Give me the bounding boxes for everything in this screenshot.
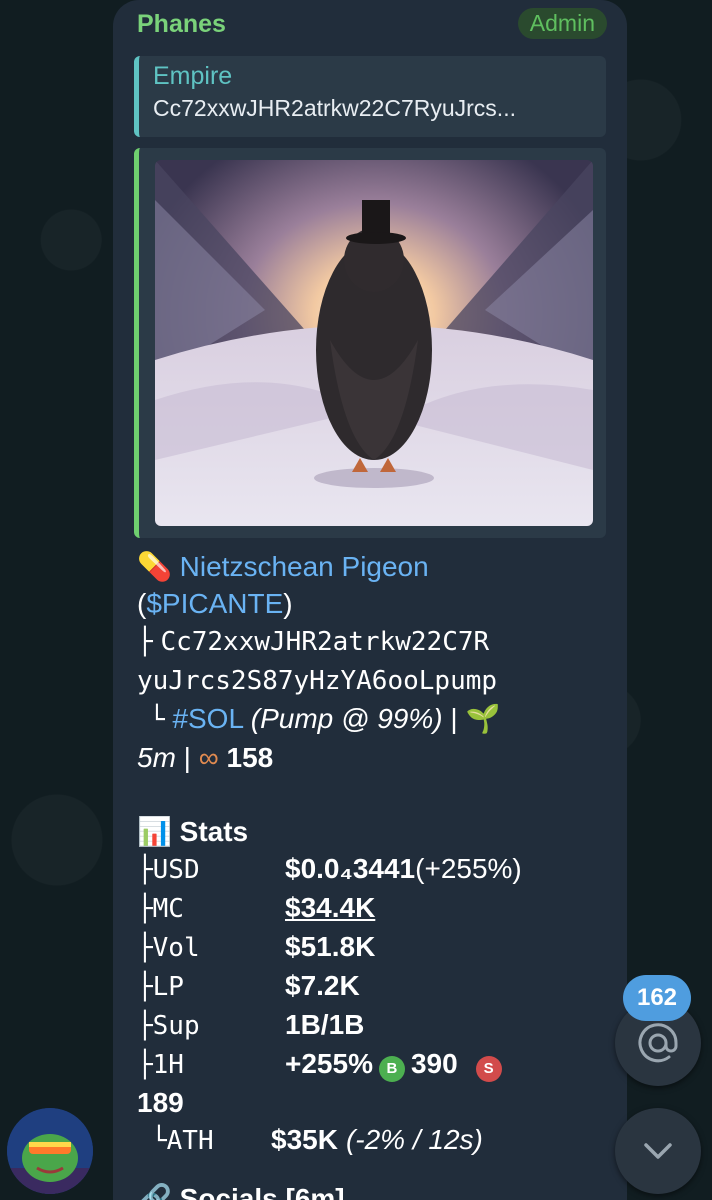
stat-row-1h: ├1H +255% B 390 S xyxy=(137,1045,617,1084)
seedling-icon: 🌱 xyxy=(465,703,501,734)
stat-key: ├Vol xyxy=(137,933,200,963)
contract-address-part-1[interactable]: Cc72xxwJHR2atrkw22C7R xyxy=(160,627,489,657)
market-cap-link[interactable]: $34.4K xyxy=(285,889,375,926)
stat-key: ├LP xyxy=(137,972,184,1002)
stats-heading: Stats xyxy=(179,816,249,847)
reply-title: Empire xyxy=(153,62,233,90)
stat-value: 1B/1B xyxy=(285,1009,365,1040)
pigeon-photo[interactable] xyxy=(155,160,593,526)
pump-status: (Pump @ 99%) xyxy=(250,703,443,734)
contract-address-part-2[interactable]: yuJrcs2S87yHzYA6ooLpump xyxy=(137,666,497,696)
sender-name[interactable]: Phanes xyxy=(137,10,226,39)
age-views-line: 5m | ∞ 158 xyxy=(137,739,617,776)
chain-line: └ #SOL (Pump @ 99%) | 🌱 xyxy=(137,700,617,739)
stat-key: ├MC xyxy=(137,894,184,924)
mention-count-badge[interactable]: 162 xyxy=(623,975,691,1021)
at-sign-icon xyxy=(638,1023,678,1063)
stat-row-sup: ├Sup 1B/1B xyxy=(137,1006,617,1045)
stat-value: $7.2K xyxy=(285,970,360,1001)
chain-hashtag[interactable]: #SOL xyxy=(172,703,243,734)
token-title-line: 💊 Nietzschean Pigeon xyxy=(137,548,617,585)
stat-row-usd: ├USD $0.0₄3441 (+255%) xyxy=(137,850,617,889)
eyes-icon: ∞ xyxy=(198,742,219,773)
ticker-link[interactable]: $PICANTE xyxy=(146,588,283,619)
stat-extra: (+255%) xyxy=(415,853,522,884)
socials-heading: Socials [6m] xyxy=(179,1183,345,1200)
sell-icon: S xyxy=(475,1056,502,1082)
stat-row-ath: └ATH $35K (-2% / 12s) xyxy=(137,1121,617,1160)
buy-icon: B xyxy=(378,1056,405,1082)
address-line-1[interactable]: ├ Cc72xxwJHR2atrkw22C7R xyxy=(137,622,617,661)
link-icon: 🔗 xyxy=(137,1183,172,1200)
chart-icon: 📊 xyxy=(137,816,172,847)
message-text: 💊 Nietzschean Pigeon ($PICANTE) ├ Cc72xx… xyxy=(137,548,617,1200)
ticker-line: ($PICANTE) xyxy=(137,585,617,622)
sell-count-line: 189 xyxy=(137,1084,617,1121)
sell-count: 189 xyxy=(137,1087,184,1118)
buy-count: 390 xyxy=(410,1048,458,1079)
open-paren: ( xyxy=(137,588,147,619)
stat-key: ├Sup xyxy=(137,1011,200,1041)
stat-row-lp: ├LP $7.2K xyxy=(137,967,617,1006)
ath-value: $35K xyxy=(271,1124,338,1155)
separator-2: | xyxy=(175,742,199,773)
view-count: 158 xyxy=(226,742,274,773)
media-preview[interactable] xyxy=(134,148,606,538)
address-line-2[interactable]: yuJrcs2S87yHzYA6ooLpump xyxy=(137,661,617,700)
stat-row-vol: ├Vol $51.8K xyxy=(137,928,617,967)
stat-value: $0.0₄3441 xyxy=(285,853,416,884)
stat-row-mc: ├MC $34.4K xyxy=(137,889,617,928)
stat-key: ├USD xyxy=(137,855,200,885)
hour-change: +255% xyxy=(285,1048,373,1079)
separator: | xyxy=(442,703,466,734)
stat-key: └ATH xyxy=(151,1126,214,1156)
reply-quote[interactable]: Empire Cc72xxwJHR2atrkw22C7RyuJrcs... xyxy=(134,56,606,137)
pill-icon: 💊 xyxy=(137,551,172,582)
tree-branch: ├ xyxy=(137,627,153,657)
socials-heading-line: 🔗 Socials [6m] xyxy=(137,1180,617,1200)
stats-heading-line: 📊 Stats xyxy=(137,813,617,850)
token-name-link[interactable]: Nietzschean Pigeon xyxy=(180,551,429,582)
close-paren: ) xyxy=(283,588,293,619)
tree-end: └ xyxy=(149,705,165,735)
token-age: 5m xyxy=(137,742,176,773)
chevron-down-icon xyxy=(644,1143,672,1159)
ath-extra: (-2% / 12s) xyxy=(345,1124,483,1155)
sender-avatar[interactable] xyxy=(7,1108,93,1194)
stat-value: $51.8K xyxy=(285,931,376,962)
scroll-down-button[interactable] xyxy=(615,1108,701,1194)
reply-text: Cc72xxwJHR2atrkw22C7RyuJrcs... xyxy=(153,95,516,121)
admin-badge: Admin xyxy=(517,8,607,39)
stat-key: ├1H xyxy=(137,1050,184,1080)
message-bubble[interactable]: Phanes Admin Empire Cc72xxwJHR2atrkw22C7… xyxy=(113,0,627,1200)
